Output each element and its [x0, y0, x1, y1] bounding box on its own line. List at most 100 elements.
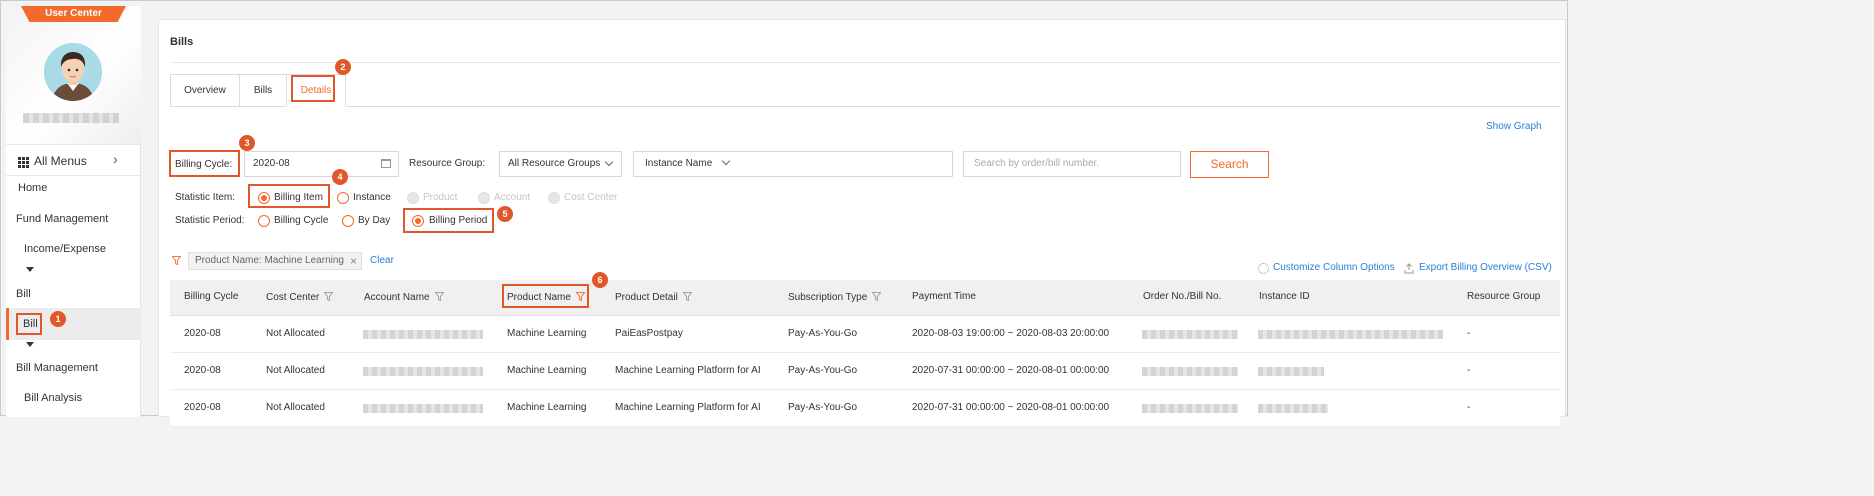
table-row: 2020-08 Not Allocated Machine Learning M…: [170, 390, 1560, 427]
app-frame: User Center All Menus › Home Fund Manage…: [0, 0, 1568, 427]
sidebar-item-bill-analysis[interactable]: Bill Analysis: [24, 392, 82, 404]
cell-product-name: Machine Learning: [507, 328, 587, 339]
cell-account-name-redacted: [363, 330, 483, 339]
cell-resource-group: -: [1467, 402, 1471, 413]
active-filter-tag: Product Name: Machine Learning ×: [188, 252, 362, 270]
resource-group-label: Resource Group:: [409, 158, 486, 169]
sidebar-item-income-expense[interactable]: Income/Expense: [24, 243, 106, 255]
col-product-detail[interactable]: Product Detail: [615, 291, 692, 303]
cell-billing-cycle: 2020-08: [184, 365, 221, 376]
filter-icon[interactable]: [434, 292, 444, 301]
tab-overview[interactable]: Overview: [170, 74, 240, 107]
filter-icon[interactable]: [324, 292, 334, 301]
cell-instance-id-redacted: [1258, 330, 1443, 339]
col-payment-time: Payment Time: [912, 291, 976, 302]
radio-product-label: Product: [423, 192, 458, 203]
col-subscription-type[interactable]: Subscription Type: [788, 291, 882, 303]
callout-badge-1: 1: [50, 311, 66, 327]
profile-panel: [6, 6, 141, 144]
sidebar-group-bill[interactable]: Bill: [16, 288, 31, 300]
close-icon[interactable]: ×: [350, 253, 357, 269]
cell-billing-cycle: 2020-08: [184, 328, 221, 339]
callout-badge-4: 4: [332, 169, 348, 185]
callout-box-billing-cycle: [169, 150, 240, 177]
col-resource-group: Resource Group: [1467, 291, 1541, 302]
cell-instance-id-redacted: [1258, 404, 1328, 413]
chevron-right-icon: ›: [113, 151, 118, 167]
filter-icon[interactable]: [872, 292, 882, 301]
tab-bills[interactable]: Bills: [239, 74, 287, 107]
all-menus-button[interactable]: All Menus ›: [6, 144, 141, 176]
callout-badge-6: 6: [592, 272, 608, 288]
cell-order-no-redacted: [1142, 367, 1238, 376]
avatar-image: [44, 43, 102, 101]
gear-icon: [1258, 263, 1269, 274]
cell-cost-center: Not Allocated: [266, 402, 325, 413]
resource-group-value: All Resource Groups: [508, 158, 601, 169]
chevron-down-icon: [721, 156, 731, 166]
caret-down-icon[interactable]: [26, 342, 34, 347]
cell-subscription-type: Pay-As-You-Go: [788, 365, 858, 376]
cell-product-detail: Machine Learning Platform for AI: [615, 402, 761, 413]
radio-cost-center-label: Cost Center: [564, 192, 618, 203]
callout-box-details-tab: [291, 75, 335, 102]
cell-billing-cycle: 2020-08: [184, 402, 221, 413]
sidebar: User Center All Menus › Home Fund Manage…: [6, 6, 141, 417]
cell-cost-center: Not Allocated: [266, 365, 325, 376]
filter-icon: [172, 256, 181, 265]
cell-resource-group: -: [1467, 365, 1471, 376]
statistic-period-label: Statistic Period:: [175, 215, 245, 226]
radio-cost-center: [548, 192, 560, 204]
radio-instance-label: Instance: [353, 192, 391, 203]
col-order-bill-no: Order No./Bill No.: [1143, 291, 1222, 302]
col-instance-id: Instance ID: [1259, 291, 1310, 302]
radio-account: [478, 192, 490, 204]
sidebar-item-fund-management[interactable]: Fund Management: [16, 213, 108, 225]
search-input[interactable]: Search by order/bill number.: [963, 151, 1181, 177]
user-center-tab[interactable]: User Center: [21, 6, 126, 22]
callout-badge-5: 5: [497, 206, 513, 222]
clear-filters-link[interactable]: Clear: [370, 255, 394, 266]
sidebar-item-bill-management[interactable]: Bill Management: [16, 362, 98, 374]
radio-billing-cycle[interactable]: [258, 215, 270, 227]
caret-down-icon[interactable]: [26, 267, 34, 272]
instance-name-select[interactable]: Instance Name: [633, 151, 953, 177]
cell-payment-time: 2020-08-03 19:00:00 ~ 2020-08-03 20:00:0…: [912, 328, 1110, 339]
instance-name-value: Instance Name: [645, 158, 713, 169]
cell-product-name: Machine Learning: [507, 365, 587, 376]
callout-box-billing-period: [403, 208, 494, 233]
resource-group-select[interactable]: All Resource Groups: [499, 151, 622, 177]
title-divider: [170, 62, 1560, 63]
export-billing-overview-link[interactable]: Export Billing Overview (CSV): [1419, 262, 1552, 273]
page-title: Bills: [170, 36, 194, 48]
calendar-icon: [381, 159, 391, 168]
callout-box-bill: [16, 313, 42, 335]
sidebar-item-home[interactable]: Home: [18, 182, 47, 194]
cell-payment-time: 2020-07-31 00:00:00 ~ 2020-08-01 00:00:0…: [912, 365, 1110, 376]
avatar: [44, 43, 102, 101]
cell-subscription-type: Pay-As-You-Go: [788, 328, 858, 339]
radio-instance[interactable]: [337, 192, 349, 204]
col-account-name[interactable]: Account Name: [364, 291, 444, 303]
radio-product: [407, 192, 419, 204]
cell-account-name-redacted: [363, 404, 483, 413]
radio-by-day[interactable]: [342, 215, 354, 227]
radio-account-label: Account: [494, 192, 531, 203]
all-menus-label: All Menus: [34, 154, 87, 168]
show-graph-link[interactable]: Show Graph: [1486, 121, 1542, 132]
billing-cycle-value: 2020-08: [253, 158, 290, 169]
table-header: Billing Cycle Cost Center Account Name P…: [170, 280, 1560, 316]
callout-box-product-name: [502, 284, 589, 308]
cell-order-no-redacted: [1142, 404, 1238, 413]
billing-cycle-picker[interactable]: 2020-08: [244, 151, 399, 177]
grid-menu-icon: [18, 157, 29, 168]
cell-product-detail: Machine Learning Platform for AI: [615, 365, 761, 376]
callout-badge-2: 2: [335, 59, 351, 75]
customize-column-options-link[interactable]: Customize Column Options: [1273, 262, 1395, 273]
filter-icon[interactable]: [682, 292, 692, 301]
cell-subscription-type: Pay-As-You-Go: [788, 402, 858, 413]
search-button[interactable]: Search: [1190, 151, 1269, 178]
export-icon: [1404, 263, 1414, 274]
col-cost-center[interactable]: Cost Center: [266, 291, 334, 303]
cell-instance-id-redacted: [1258, 367, 1324, 376]
